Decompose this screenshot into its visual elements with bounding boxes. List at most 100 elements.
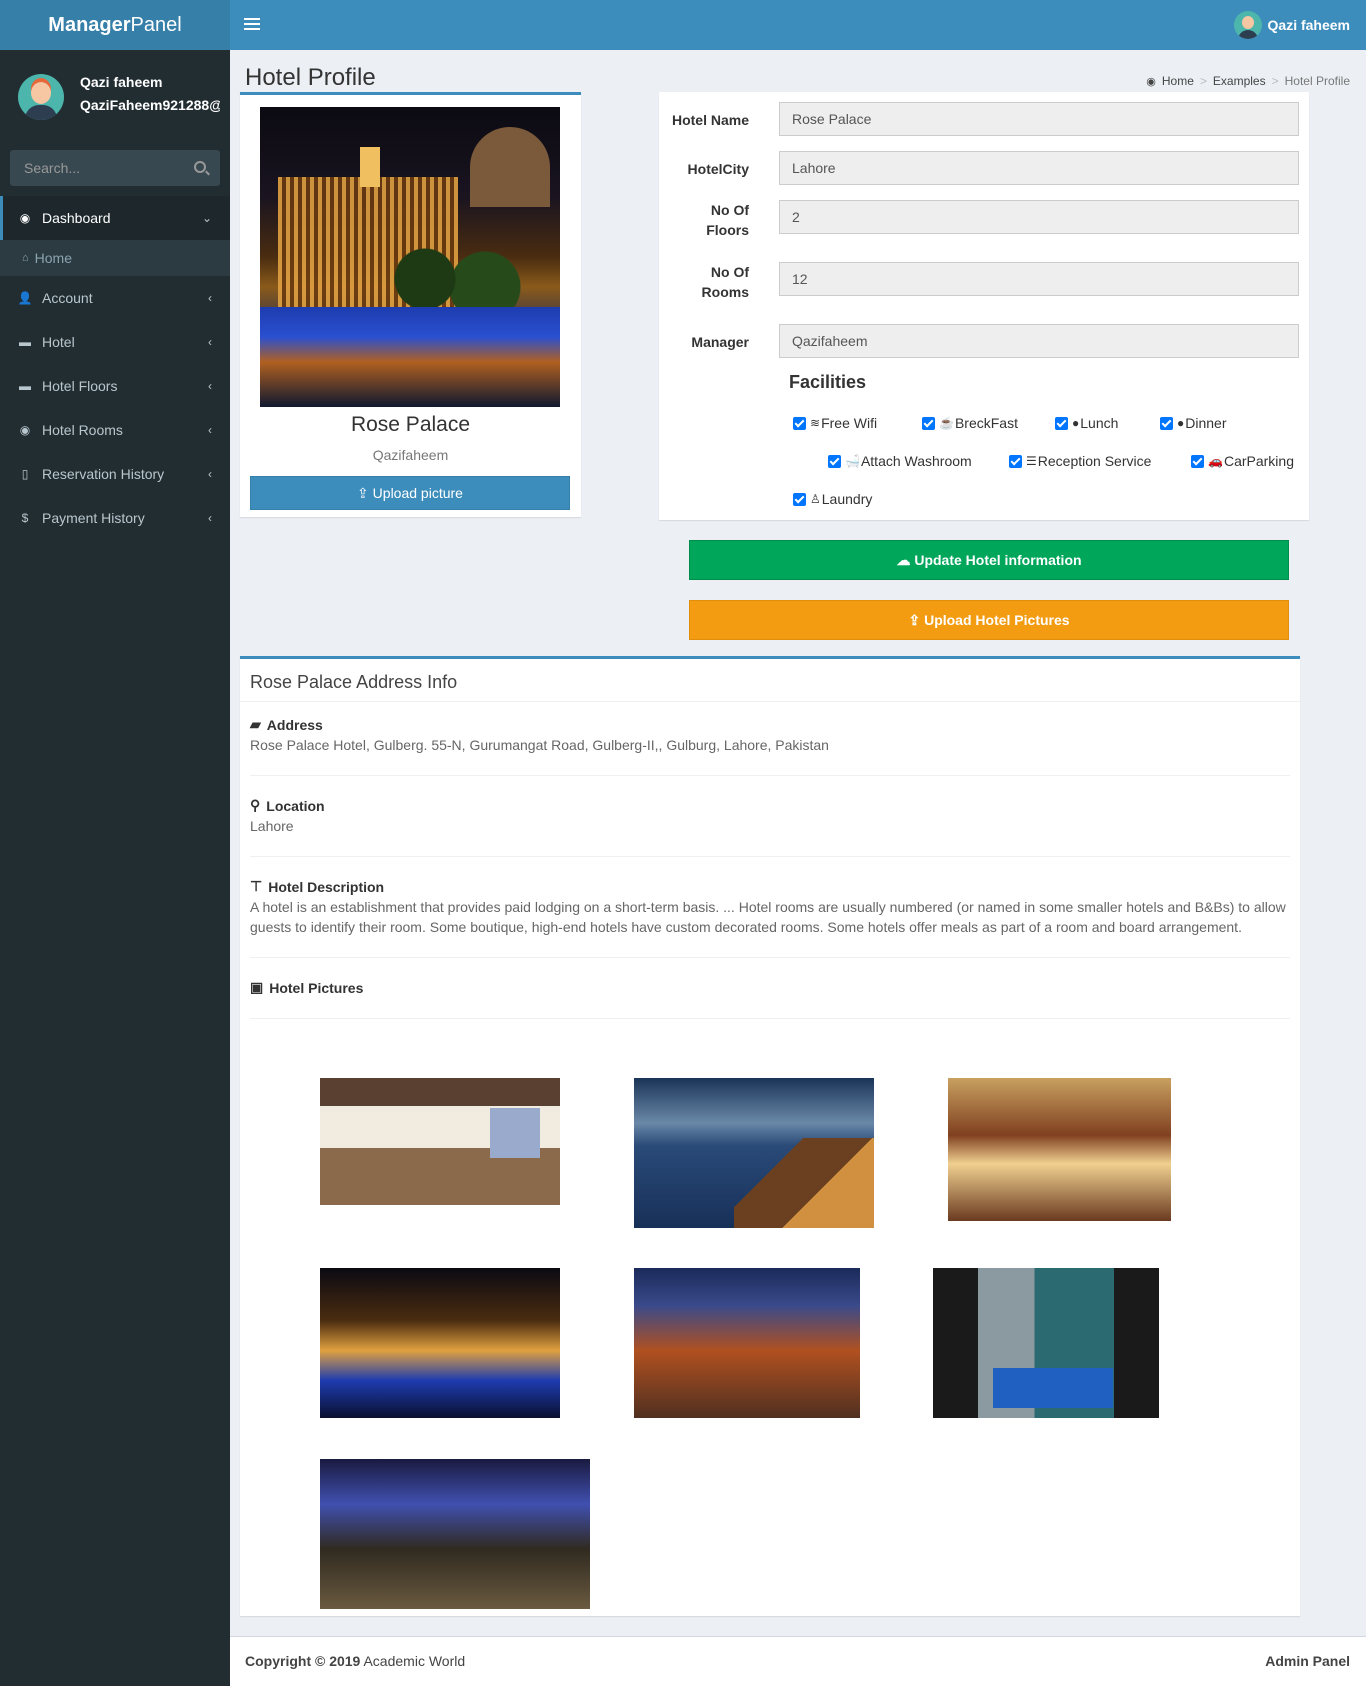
facility-free-wifi[interactable]: ≋ Free Wifi: [793, 415, 877, 431]
sidebar-item-hotel-rooms[interactable]: ◉ Hotel Rooms ‹: [0, 408, 230, 452]
floors-label: No Of Floors: [659, 200, 749, 240]
topbar-user-name: Qazi faheem: [1267, 17, 1350, 33]
divider: [240, 701, 1300, 702]
chevron-left-icon: ‹: [208, 291, 212, 305]
sidebar-item-hotel-floors[interactable]: ▬ Hotel Floors ‹: [0, 364, 230, 408]
divider: [250, 1018, 1290, 1019]
rooms-label-line2: Rooms: [701, 284, 749, 300]
upload-hotel-pictures-button[interactable]: ⇪ Upload Hotel Pictures: [689, 600, 1289, 640]
image-icon: ▣: [250, 979, 264, 995]
facility-label: Dinner: [1185, 415, 1227, 431]
manager-field[interactable]: [779, 324, 1299, 358]
breadcrumb-separator: >: [1199, 74, 1207, 88]
facility-reception-service[interactable]: ☰ Reception Service: [1009, 453, 1151, 469]
dashboard-icon: ◉: [19, 423, 31, 437]
sidebar-item-dashboard[interactable]: ◉ Dashboard ⌄: [0, 196, 230, 240]
facility-label: BreckFast: [954, 415, 1018, 431]
bed-icon: ▬: [19, 335, 31, 349]
sidebar-item-label: Account: [42, 290, 93, 306]
update-hotel-button[interactable]: ☁ Update Hotel information: [689, 540, 1289, 580]
footer: Copyright © 2019 Academic World Admin Pa…: [230, 1636, 1366, 1686]
wifi-icon: ≋: [810, 416, 821, 430]
sidebar-item-label: Hotel Rooms: [42, 422, 123, 438]
location-heading: ⚲ Location: [250, 797, 325, 814]
checkbox[interactable]: [1055, 416, 1068, 430]
facility-lunch[interactable]: ● Lunch: [1055, 415, 1118, 431]
sidebar-item-hotel[interactable]: ▬ Hotel ‹: [0, 320, 230, 364]
hotel-picture: [634, 1078, 874, 1228]
sidebar-toggle-icon[interactable]: [244, 15, 260, 35]
search-input[interactable]: [10, 150, 180, 186]
breadcrumb-examples[interactable]: Examples: [1213, 74, 1266, 88]
hotel-name-field[interactable]: [779, 102, 1299, 136]
checkbox[interactable]: [1160, 416, 1173, 430]
sidebar-item-reservation-history[interactable]: ▯ Reservation History ‹: [0, 452, 230, 496]
upload-picture-button[interactable]: ⇪ Upload picture: [250, 476, 570, 510]
user-menu[interactable]: Qazi faheem: [1233, 0, 1350, 50]
hotel-profile-image: [260, 107, 560, 407]
footer-copyright: Copyright © 2019 Academic World: [245, 1653, 465, 1669]
apple-icon: ●: [1177, 416, 1185, 430]
chevron-left-icon: ‹: [208, 335, 212, 349]
footer-right-text: Admin Panel: [1265, 1653, 1350, 1669]
sidebar-item-payment-history[interactable]: $ Payment History ‹: [0, 496, 230, 540]
rooms-label: No Of Rooms: [659, 262, 749, 302]
divider: [250, 957, 1290, 958]
user-panel: Qazi faheem QaziFaheem921288@: [0, 50, 230, 138]
address-label: Address: [266, 716, 323, 733]
chevron-down-icon: ⌄: [201, 211, 212, 225]
divider: [250, 856, 1290, 857]
floors-label-line2: Floors: [706, 222, 749, 238]
upload-icon: ⇪: [357, 485, 369, 501]
checkbox[interactable]: [793, 416, 806, 430]
user-plus-icon: 👤: [17, 291, 33, 305]
rooms-field[interactable]: [779, 262, 1299, 296]
checkbox[interactable]: [922, 416, 935, 430]
sidebar-item-account[interactable]: 👤 Account ‹: [0, 276, 230, 320]
facility-label: Reception Service: [1037, 453, 1152, 469]
search-icon[interactable]: [194, 161, 206, 173]
upload-hotel-pictures-label: Upload Hotel Pictures: [924, 612, 1070, 628]
facility-breakfast[interactable]: ☕ BreckFast: [922, 415, 1018, 431]
rooms-label-line1: No Of: [710, 264, 749, 280]
book-icon: ▰: [250, 716, 261, 732]
location-text: Lahore: [250, 818, 294, 834]
brand-bold: Manager: [48, 14, 131, 36]
brand-logo[interactable]: ManagerPanel: [0, 0, 230, 50]
profile-box: Rose Palace Qazifaheem ⇪ Upload picture: [240, 92, 581, 517]
sidebar-user-name: Qazi faheem: [80, 74, 163, 90]
checkbox[interactable]: [1191, 454, 1204, 468]
brand-rest: Panel: [130, 14, 182, 36]
address-heading: ▰ Address: [250, 716, 323, 733]
sidebar-item-label: Hotel: [42, 334, 75, 350]
top-navbar: Qazi faheem: [230, 0, 1366, 50]
facility-attach-washroom[interactable]: 🛁 Attach Washroom: [828, 453, 972, 469]
hotel-picture: [320, 1459, 590, 1609]
person-icon: ♙: [810, 492, 821, 506]
breadcrumb-home[interactable]: Home: [1162, 74, 1194, 88]
dashboard-icon: ◉: [19, 211, 31, 225]
copyright-company[interactable]: Academic World: [363, 1653, 465, 1669]
facility-laundry[interactable]: ♙ Laundry: [793, 491, 872, 507]
pictures-label: Hotel Pictures: [269, 979, 364, 996]
sidebar-item-home[interactable]: ⌂ Home: [0, 240, 230, 276]
floors-field[interactable]: [779, 200, 1299, 234]
checkbox[interactable]: [828, 454, 841, 468]
sidebar-item-label: Payment History: [42, 510, 145, 526]
chevron-left-icon: ‹: [208, 467, 212, 481]
checkbox[interactable]: [793, 492, 806, 506]
hotel-picture: [933, 1268, 1159, 1418]
breadcrumb: ◉ Home > Examples > Hotel Profile: [1146, 74, 1350, 88]
mobile-icon: ▯: [21, 467, 29, 481]
facility-car-parking[interactable]: 🚗 CarParking: [1191, 453, 1294, 469]
sidebar-item-label: Hotel Floors: [42, 378, 118, 394]
checkbox[interactable]: [1009, 454, 1022, 468]
sidebar-item-label: Dashboard: [42, 210, 111, 226]
dollar-icon: $: [21, 511, 29, 525]
sidebar-menu: ◉ Dashboard ⌄ ⌂ Home 👤 Account ‹ ▬ Hotel…: [0, 196, 230, 540]
coffee-icon: ☕: [939, 416, 954, 430]
facility-dinner[interactable]: ● Dinner: [1160, 415, 1227, 431]
hotel-city-field[interactable]: [779, 151, 1299, 185]
floors-label-line1: No Of: [710, 202, 749, 218]
hotel-picture: [320, 1078, 560, 1205]
